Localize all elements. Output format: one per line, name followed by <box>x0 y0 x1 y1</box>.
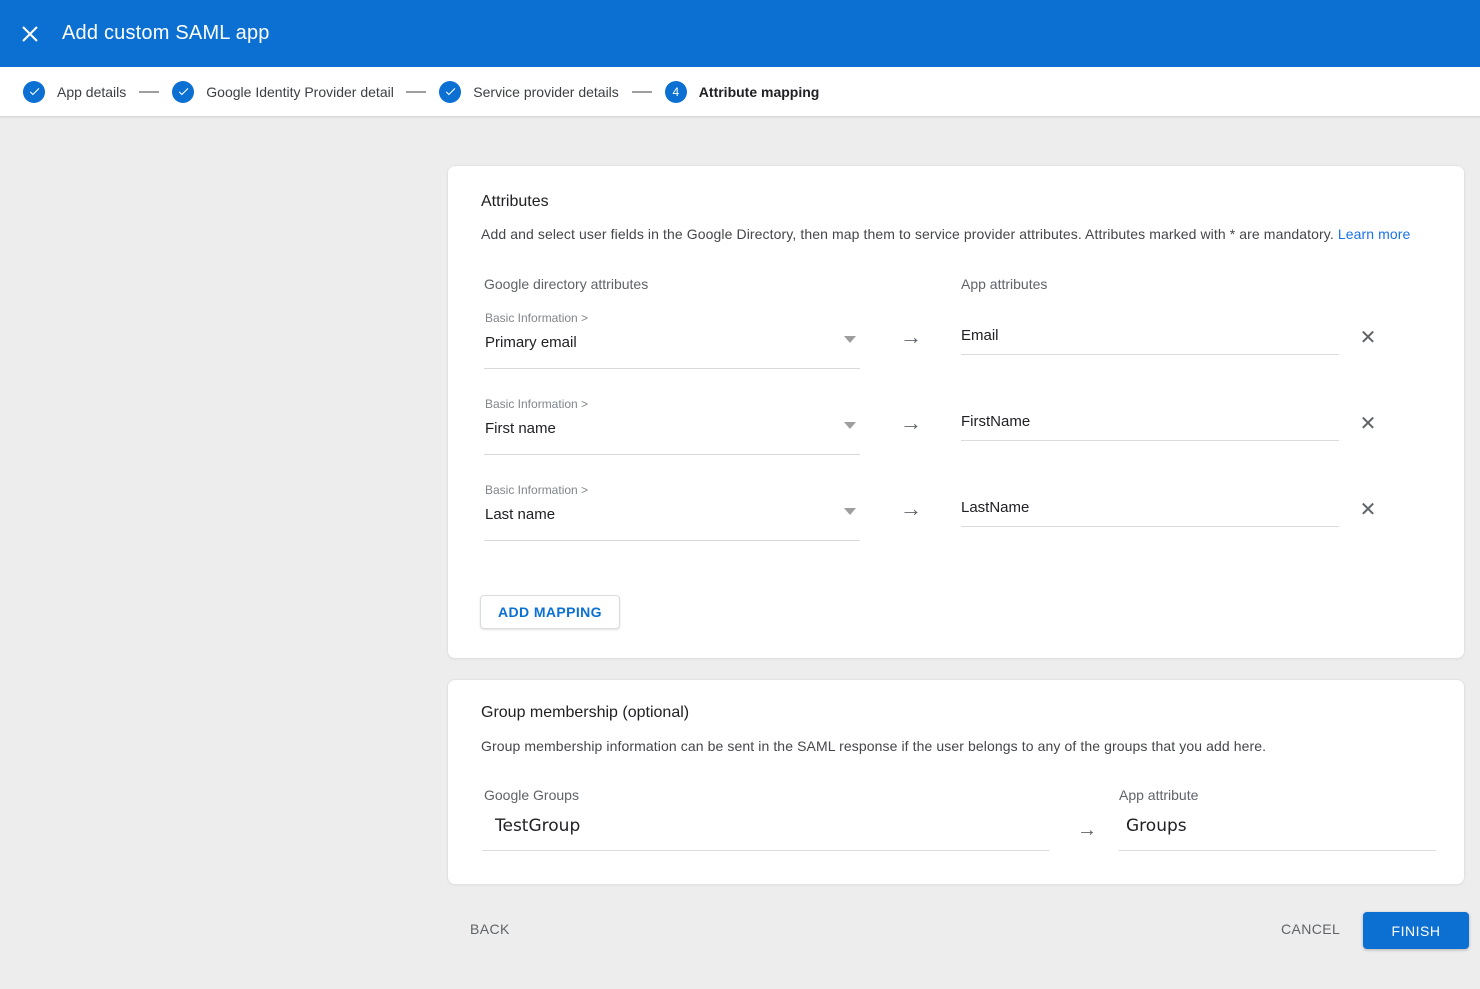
mapping-arrow-icon: → <box>900 324 922 350</box>
delete-mapping-button[interactable]: ✕ <box>1352 321 1384 353</box>
app-attribute-label: App attribute <box>1119 787 1198 803</box>
step-app-details[interactable]: App details <box>23 81 126 103</box>
check-icon <box>177 85 190 98</box>
attributes-card: Attributes Add and select user fields in… <box>447 165 1465 659</box>
mapping-row: Basic Information > Primary email → ✕ <box>484 311 1430 381</box>
mapping-arrow-icon: → <box>1077 819 1097 842</box>
check-icon <box>28 85 41 98</box>
app-attribute-input[interactable] <box>961 413 1339 441</box>
directory-attribute-select[interactable]: Basic Information > Last name <box>484 483 860 541</box>
dialog-title: Add custom SAML app <box>62 22 270 45</box>
add-mapping-button[interactable]: ADD MAPPING <box>480 595 620 629</box>
field-underline <box>484 368 860 369</box>
step-attribute-mapping[interactable]: 4 Attribute mapping <box>665 81 820 103</box>
directory-attribute-category: Basic Information > <box>485 397 588 411</box>
step-connector <box>406 91 426 93</box>
group-membership-title: Group membership (optional) <box>481 704 689 722</box>
step-label: Google Identity Provider details <box>206 84 393 100</box>
step-check-circle <box>439 81 461 103</box>
app-attribute-input[interactable] <box>961 499 1339 527</box>
finish-button[interactable]: FINISH <box>1363 912 1469 949</box>
dropdown-arrow-icon <box>844 508 856 515</box>
check-icon <box>444 85 457 98</box>
step-connector <box>632 91 652 93</box>
close-icon: ✕ <box>1360 411 1377 436</box>
step-google-idp-details[interactable]: Google Identity Provider details <box>172 81 393 103</box>
close-button[interactable] <box>12 16 48 52</box>
attributes-description-text: Add and select user fields in the Google… <box>481 226 1334 242</box>
back-button[interactable]: BACK <box>470 921 510 937</box>
google-groups-label: Google Groups <box>484 787 579 803</box>
cancel-button[interactable]: CANCEL <box>1281 921 1340 937</box>
delete-mapping-button[interactable]: ✕ <box>1352 407 1384 439</box>
mapping-row: Basic Information > Last name → ✕ <box>484 483 1430 553</box>
directory-attribute-value: First name <box>485 420 556 437</box>
step-number-circle: 4 <box>665 81 687 103</box>
close-icon: ✕ <box>1360 325 1377 350</box>
attributes-card-description: Add and select user fields in the Google… <box>481 226 1410 242</box>
directory-attribute-select[interactable]: Basic Information > First name <box>484 397 860 455</box>
directory-attribute-value: Last name <box>485 506 555 523</box>
mapping-arrow-icon: → <box>900 496 922 522</box>
stepper: App details Google Identity Provider det… <box>0 67 1480 117</box>
google-groups-input[interactable] <box>482 816 1049 851</box>
directory-attribute-category: Basic Information > <box>485 311 588 325</box>
directory-attribute-value: Primary email <box>485 334 577 351</box>
field-underline <box>484 540 860 541</box>
field-underline <box>484 454 860 455</box>
mapping-row: Basic Information > First name → ✕ <box>484 397 1430 467</box>
close-icon <box>20 24 40 44</box>
close-icon: ✕ <box>1360 497 1377 522</box>
group-membership-card: Group membership (optional) Group member… <box>447 679 1465 885</box>
dialog-header: Add custom SAML app <box>0 0 1480 67</box>
app-attribute-input[interactable] <box>961 327 1339 355</box>
directory-attribute-category: Basic Information > <box>485 483 588 497</box>
step-connector <box>139 91 159 93</box>
delete-mapping-button[interactable]: ✕ <box>1352 493 1384 525</box>
group-membership-description: Group membership information can be sent… <box>481 738 1266 754</box>
app-attributes-header: App attributes <box>961 276 1047 292</box>
dropdown-arrow-icon <box>844 422 856 429</box>
step-label: Attribute mapping <box>699 84 820 100</box>
google-directory-attributes-header: Google directory attributes <box>484 276 648 292</box>
attributes-card-title: Attributes <box>481 193 549 211</box>
mapping-arrow-icon: → <box>900 410 922 436</box>
learn-more-link[interactable]: Learn more <box>1338 226 1411 242</box>
step-check-circle <box>23 81 45 103</box>
group-app-attribute-input[interactable] <box>1119 816 1436 851</box>
dropdown-arrow-icon <box>844 336 856 343</box>
directory-attribute-select[interactable]: Basic Information > Primary email <box>484 311 860 369</box>
step-check-circle <box>172 81 194 103</box>
step-label: Service provider details <box>473 84 619 100</box>
step-label: App details <box>57 84 126 100</box>
step-service-provider-details[interactable]: Service provider details <box>439 81 619 103</box>
